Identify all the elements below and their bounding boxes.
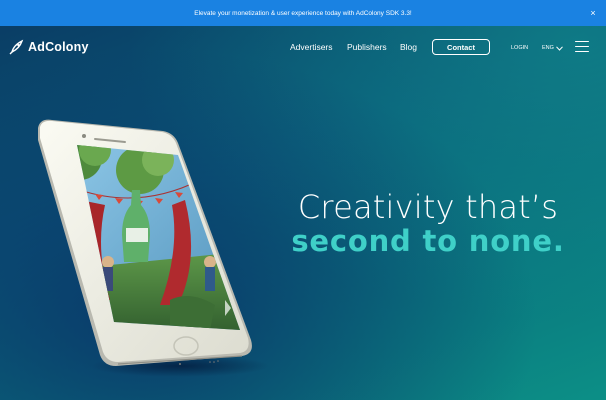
logo-text: AdColony xyxy=(28,40,89,54)
banner-text[interactable]: Elevate your monetization & user experie… xyxy=(194,10,412,17)
top-navigation: AdColony Advertisers Publishers Blog Con… xyxy=(0,26,606,68)
chevron-down-icon xyxy=(556,45,563,51)
banner-close-button[interactable]: × xyxy=(587,7,599,19)
announcement-banner[interactable]: Elevate your monetization & user experie… xyxy=(0,0,606,26)
language-selector[interactable]: ENG xyxy=(542,45,563,51)
nav-link-blog[interactable]: Blog xyxy=(400,42,417,52)
hamburger-menu-icon[interactable] xyxy=(575,41,589,52)
nav-link-publishers[interactable]: Publishers xyxy=(347,42,387,52)
adcolony-logo[interactable]: AdColony xyxy=(9,38,89,56)
rocket-logo-icon xyxy=(9,39,24,55)
phone-camera xyxy=(82,134,86,138)
login-link[interactable]: LOGIN xyxy=(511,45,528,51)
language-label: ENG xyxy=(542,45,554,51)
contact-button[interactable]: Contact xyxy=(432,39,490,55)
nav-link-advertisers[interactable]: Advertisers xyxy=(290,42,333,52)
